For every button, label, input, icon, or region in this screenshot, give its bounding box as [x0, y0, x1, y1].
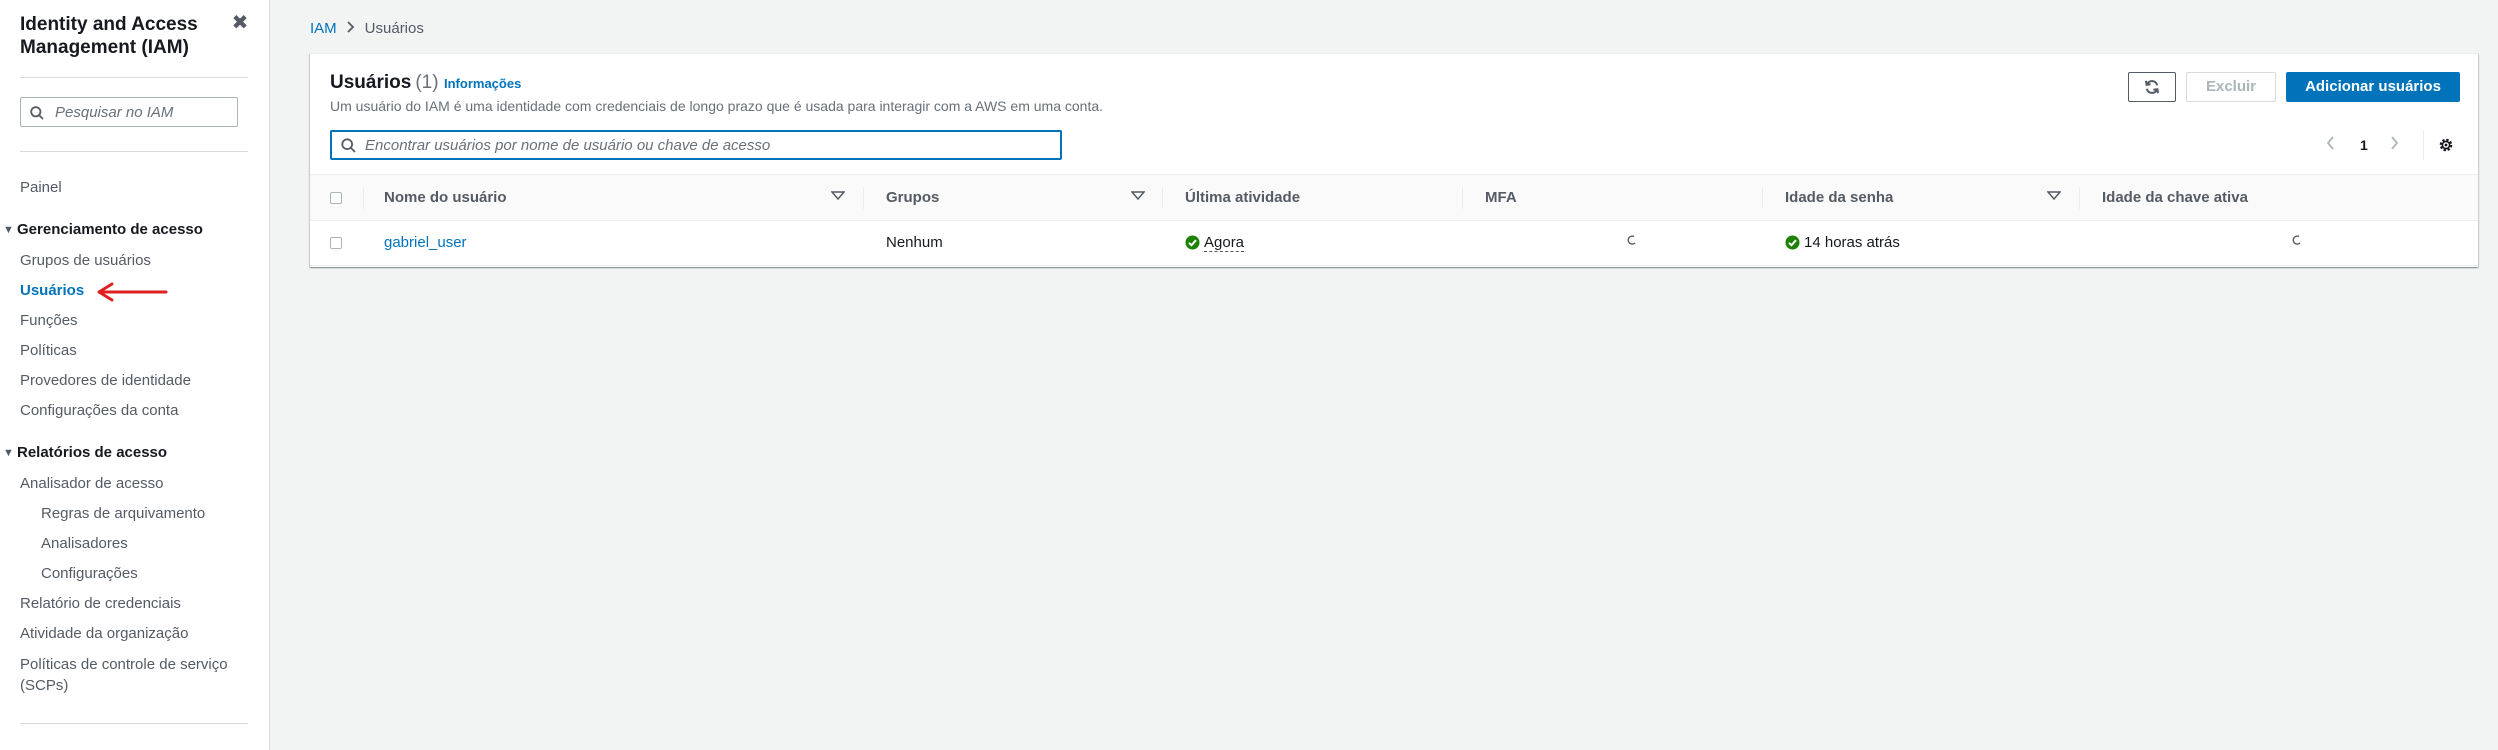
- breadcrumb: IAM Usuários: [310, 19, 424, 39]
- column-divider: [363, 187, 364, 209]
- sidebar-item-credential-report[interactable]: Relatório de credenciais: [20, 594, 181, 614]
- select-all-checkbox[interactable]: [330, 192, 342, 204]
- table-row[interactable]: gabriel_user Nenhum Agora 14 horas atrás: [310, 221, 2478, 266]
- row-checkbox[interactable]: [330, 237, 342, 249]
- sidebar-item-identity-providers[interactable]: Provedores de identidade: [20, 371, 191, 391]
- sidebar-navigation: Identity and Access Management (IAM) ✖ P…: [0, 0, 270, 750]
- user-groups: Nenhum: [886, 234, 943, 251]
- user-filter[interactable]: [330, 130, 1062, 160]
- caret-down-icon: ▼: [3, 447, 14, 459]
- column-divider: [2079, 187, 2080, 209]
- sort-icon[interactable]: [2047, 191, 2061, 201]
- sidebar-item-organization-activity[interactable]: Atividade da organização: [20, 624, 188, 644]
- loading-spinner-icon: [2292, 235, 2301, 245]
- sidebar-search-input[interactable]: [55, 102, 230, 122]
- breadcrumb-iam-link[interactable]: IAM: [310, 20, 337, 37]
- users-count: (1): [415, 72, 439, 93]
- sidebar-item-scps[interactable]: Políticas de controle de serviço (SCPs): [20, 654, 230, 696]
- refresh-icon: [2145, 80, 2159, 94]
- column-divider: [1462, 187, 1463, 209]
- last-activity-cell: Agora: [1185, 221, 1245, 265]
- section-label: Gerenciamento de acesso: [17, 221, 203, 238]
- divider: [2423, 130, 2424, 160]
- sidebar-search[interactable]: [20, 97, 238, 127]
- sidebar-divider: [20, 723, 248, 724]
- column-user-name[interactable]: Nome do usuário: [384, 175, 507, 220]
- sidebar-item-analyzer-settings[interactable]: Configurações: [41, 564, 138, 584]
- chevron-right-icon: [347, 19, 355, 39]
- sidebar-item-analyzers[interactable]: Analisadores: [41, 534, 128, 554]
- chevron-left-icon[interactable]: [2326, 136, 2335, 155]
- refresh-button[interactable]: [2128, 72, 2176, 102]
- column-groups[interactable]: Grupos: [886, 175, 939, 220]
- info-link[interactable]: Informações: [444, 76, 521, 91]
- sort-icon[interactable]: [831, 191, 845, 201]
- add-users-button[interactable]: Adicionar usuários: [2286, 72, 2460, 102]
- user-name-link[interactable]: gabriel_user: [384, 221, 467, 265]
- sidebar-item-roles[interactable]: Funções: [20, 311, 78, 331]
- sidebar-divider: [20, 151, 248, 152]
- success-icon: [1785, 235, 1800, 250]
- sidebar-section-access-reports[interactable]: ▼ Relatórios de acesso: [3, 443, 167, 463]
- sort-icon[interactable]: [1131, 191, 1145, 201]
- page-number[interactable]: 1: [2360, 137, 2368, 153]
- table-header: Nome do usuário Grupos Última atividade …: [310, 174, 2478, 221]
- annotation-arrow-icon: [97, 282, 168, 302]
- column-mfa[interactable]: MFA: [1485, 175, 1517, 220]
- sidebar-section-access-management[interactable]: ▼ Gerenciamento de acesso: [3, 220, 203, 240]
- column-active-key-age[interactable]: Idade da chave ativa: [2102, 175, 2248, 220]
- sidebar-item-account-settings[interactable]: Configurações da conta: [20, 401, 178, 421]
- sidebar-item-user-groups[interactable]: Grupos de usuários: [20, 251, 151, 271]
- gear-icon[interactable]: [2438, 137, 2454, 156]
- section-label: Relatórios de acesso: [17, 444, 168, 461]
- users-table-container: Usuários (1) Informações Um usuário do IA…: [310, 53, 2478, 267]
- last-activity-value[interactable]: Agora: [1204, 235, 1245, 252]
- sidebar-divider: [20, 77, 248, 78]
- sidebar-item-dashboard[interactable]: Painel: [20, 178, 62, 198]
- sidebar-item-access-analyzer[interactable]: Analisador de acesso: [20, 474, 163, 494]
- search-icon: [30, 106, 44, 120]
- page-description: Um usuário do IAM é uma identidade com c…: [330, 98, 1104, 114]
- password-age-value: 14 horas atrás: [1804, 234, 1900, 251]
- sidebar-item-users[interactable]: Usuários: [20, 281, 84, 301]
- chevron-right-icon[interactable]: [2390, 136, 2399, 155]
- search-icon: [341, 138, 356, 153]
- column-divider: [1162, 187, 1163, 209]
- column-last-activity[interactable]: Última atividade: [1185, 175, 1300, 220]
- close-sidebar-icon[interactable]: ✖: [230, 13, 250, 33]
- caret-down-icon: ▼: [3, 224, 14, 236]
- breadcrumb-current: Usuários: [364, 20, 424, 37]
- user-filter-input[interactable]: [365, 136, 1045, 155]
- loading-spinner-icon: [1627, 235, 1636, 245]
- column-divider: [863, 187, 864, 209]
- success-icon: [1185, 235, 1200, 250]
- column-password-age[interactable]: Idade da senha: [1785, 175, 1893, 220]
- sidebar-item-policies[interactable]: Políticas: [20, 341, 77, 361]
- sidebar-title: Identity and Access Management (IAM): [20, 14, 198, 58]
- password-age-cell: 14 horas atrás: [1785, 221, 1900, 265]
- column-divider: [1762, 187, 1763, 209]
- users-title: Usuários: [330, 72, 412, 93]
- sidebar-item-archive-rules[interactable]: Regras de arquivamento: [41, 504, 205, 524]
- delete-button[interactable]: Excluir: [2186, 72, 2276, 102]
- page-title: Usuários (1): [330, 72, 439, 94]
